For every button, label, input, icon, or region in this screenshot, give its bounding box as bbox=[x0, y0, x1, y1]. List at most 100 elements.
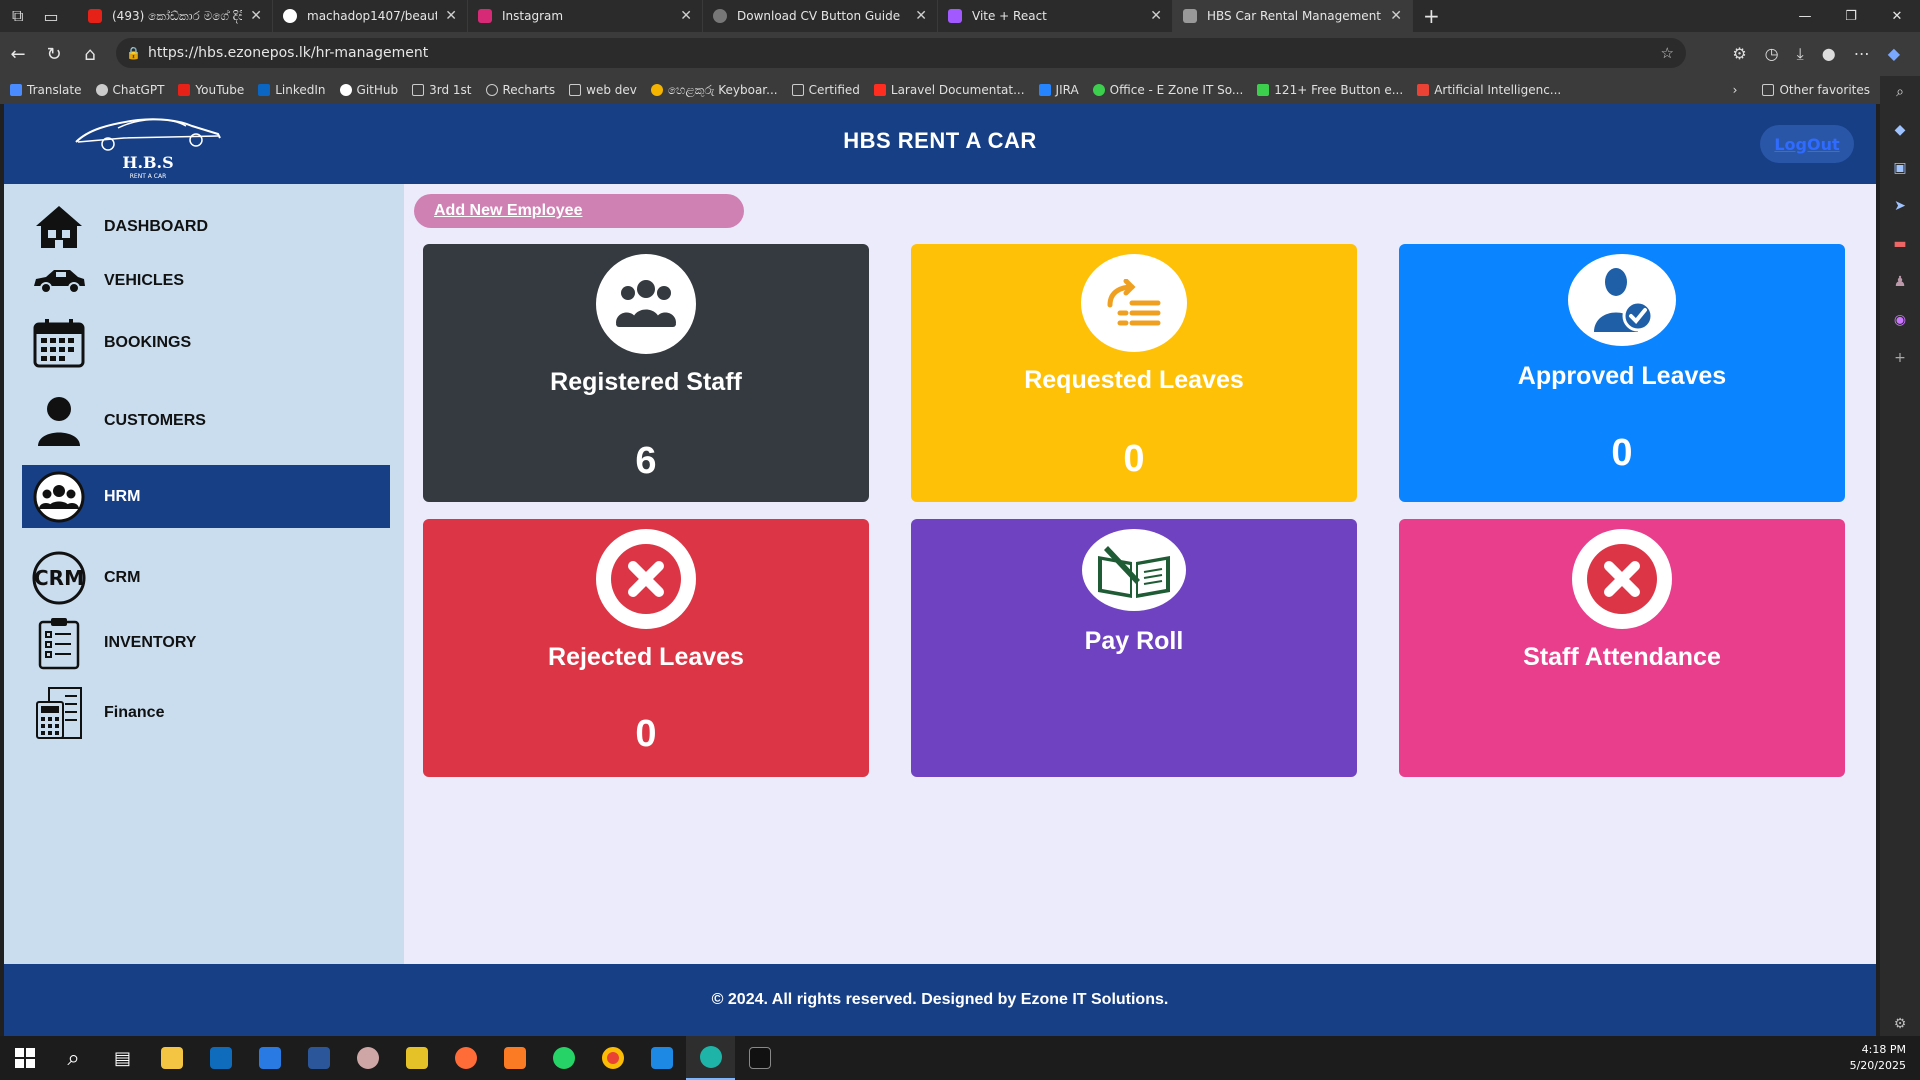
settings-icon[interactable]: ⚙ bbox=[1894, 1016, 1907, 1032]
car-icon bbox=[30, 252, 88, 310]
whatsapp-icon[interactable] bbox=[539, 1036, 588, 1080]
translate-icon bbox=[10, 84, 22, 96]
main-content: Add New Employee Registered Staff 6 Requ… bbox=[404, 184, 1876, 964]
send-icon[interactable]: ➤ bbox=[1894, 198, 1906, 214]
extensions-icon[interactable]: ⚙ bbox=[1732, 44, 1746, 64]
card-approved-leaves[interactable]: Approved Leaves 0 bbox=[1399, 244, 1845, 502]
bookmark[interactable]: Certified bbox=[791, 83, 860, 97]
bookmark[interactable]: JIRA bbox=[1038, 83, 1079, 97]
card-requested-leaves[interactable]: Requested Leaves 0 bbox=[911, 244, 1357, 502]
back-icon[interactable]: ← bbox=[0, 44, 36, 65]
history-icon[interactable]: ◷ bbox=[1765, 44, 1779, 64]
browser-tab-active[interactable]: HBS Car Rental Management Syst ✕ bbox=[1173, 0, 1413, 32]
search-icon[interactable]: ⌕ bbox=[49, 1036, 98, 1080]
bookmark[interactable]: GitHub bbox=[339, 83, 398, 97]
card-staff-attendance[interactable]: Staff Attendance bbox=[1399, 519, 1845, 777]
browser-tab[interactable]: machadop1407/beautiful-react-t ✕ bbox=[273, 0, 468, 32]
workspaces-icon[interactable]: ⧉ bbox=[12, 6, 23, 26]
browser-tools: ⚙ ◷ ⤓ ● ⋯ ◆ bbox=[1732, 44, 1900, 64]
vscode-icon[interactable] bbox=[637, 1036, 686, 1080]
profile-avatar[interactable]: ● bbox=[1822, 44, 1836, 64]
xampp-icon[interactable] bbox=[490, 1036, 539, 1080]
bookmark[interactable]: Translate bbox=[10, 83, 82, 97]
bookmark[interactable]: YouTube bbox=[178, 83, 244, 97]
search-icon[interactable]: ⌕ bbox=[1896, 84, 1904, 100]
card-title: Rejected Leaves bbox=[548, 643, 744, 671]
download-icon[interactable]: ⤓ bbox=[1797, 44, 1804, 64]
terminal-icon[interactable] bbox=[735, 1036, 784, 1080]
start-button[interactable] bbox=[0, 1036, 49, 1080]
tag-icon[interactable]: ◆ bbox=[1895, 122, 1906, 138]
app-icon[interactable] bbox=[343, 1036, 392, 1080]
url-field[interactable]: 🔒 https://hbs.ezonepos.lk/hr-management … bbox=[116, 38, 1686, 68]
close-icon[interactable]: ✕ bbox=[250, 8, 262, 24]
bookmark[interactable]: LinkedIn bbox=[258, 83, 326, 97]
close-icon[interactable]: ✕ bbox=[1150, 8, 1162, 24]
edge-icon[interactable] bbox=[686, 1036, 735, 1080]
youtube-icon bbox=[178, 84, 191, 96]
m365-icon[interactable]: ◉ bbox=[1894, 312, 1906, 328]
sidebar-item-bookings[interactable]: BOOKINGS bbox=[22, 304, 390, 382]
add-new-employee-button[interactable]: Add New Employee bbox=[414, 194, 744, 228]
close-icon[interactable]: ✕ bbox=[915, 8, 927, 24]
app-grid-icon[interactable] bbox=[392, 1036, 441, 1080]
logout-button[interactable]: LogOut bbox=[1760, 125, 1854, 163]
sidebar-item-hrm[interactable]: HRM bbox=[22, 465, 390, 528]
minimize-icon[interactable]: — bbox=[1782, 0, 1828, 32]
card-value: 0 bbox=[1123, 438, 1145, 480]
postman-icon[interactable] bbox=[441, 1036, 490, 1080]
outlook-icon[interactable]: ▣ bbox=[1893, 160, 1906, 176]
browser-tab[interactable]: Download CV Button Guide ✕ bbox=[703, 0, 938, 32]
bookmark[interactable]: හෙළකුරු Keyboar... bbox=[650, 83, 778, 98]
toolbox-icon[interactable]: ▬ bbox=[1893, 236, 1906, 252]
games-icon[interactable]: ♟ bbox=[1894, 274, 1907, 290]
bookmark[interactable]: 3rd 1st bbox=[412, 83, 472, 97]
task-view-icon[interactable]: ▤ bbox=[98, 1036, 147, 1080]
add-icon[interactable]: + bbox=[1894, 350, 1906, 366]
outlook-icon[interactable] bbox=[196, 1036, 245, 1080]
sidebar-item-inventory[interactable]: INVENTORY bbox=[22, 604, 390, 682]
card-registered-staff[interactable]: Registered Staff 6 bbox=[423, 244, 869, 502]
card-title: Pay Roll bbox=[1084, 627, 1184, 655]
restore-icon[interactable]: ❐ bbox=[1828, 0, 1874, 32]
bookmark[interactable]: ChatGPT bbox=[95, 83, 164, 97]
mail-icon[interactable] bbox=[245, 1036, 294, 1080]
close-icon[interactable]: ✕ bbox=[445, 8, 457, 24]
card-rejected-leaves[interactable]: Rejected Leaves 0 bbox=[423, 519, 869, 777]
tab-title: HBS Car Rental Management Syst bbox=[1207, 9, 1382, 23]
bookmark[interactable]: web dev bbox=[569, 83, 637, 97]
bookmark[interactable]: Recharts bbox=[485, 83, 555, 97]
leave-request-icon bbox=[1081, 254, 1187, 352]
file-explorer-icon[interactable] bbox=[147, 1036, 196, 1080]
browser-tab[interactable]: Instagram ✕ bbox=[468, 0, 703, 32]
more-icon[interactable]: ⋯ bbox=[1854, 44, 1870, 64]
browser-tab[interactable]: Vite + React ✕ bbox=[938, 0, 1173, 32]
sidebar-item-finance[interactable]: Finance bbox=[22, 674, 390, 752]
sidebar-item-label: BOOKINGS bbox=[104, 334, 192, 351]
bookmark[interactable]: Office - E Zone IT So... bbox=[1092, 83, 1243, 97]
bookmark-other-favorites[interactable]: › Other favorites bbox=[1733, 83, 1870, 97]
close-icon[interactable]: ✕ bbox=[680, 8, 692, 24]
word-icon[interactable] bbox=[294, 1036, 343, 1080]
chrome-icon[interactable] bbox=[588, 1036, 637, 1080]
sidebar-item-customers[interactable]: CUSTOMERS bbox=[22, 382, 390, 460]
bookmark[interactable]: 121+ Free Button e... bbox=[1257, 83, 1403, 97]
bookmark[interactable]: Laravel Documentat... bbox=[873, 83, 1025, 97]
card-pay-roll[interactable]: Pay Roll bbox=[911, 519, 1357, 777]
home-icon[interactable]: ⌂ bbox=[72, 44, 108, 65]
new-tab-button[interactable]: + bbox=[1413, 0, 1453, 32]
system-clock[interactable]: 4:18 PM 5/20/2025 bbox=[1850, 1042, 1906, 1074]
close-icon[interactable]: ✕ bbox=[1390, 8, 1402, 24]
refresh-icon[interactable]: ↻ bbox=[36, 44, 72, 65]
copilot-icon[interactable]: ◆ bbox=[1888, 44, 1900, 64]
ai-icon bbox=[1417, 84, 1430, 96]
clock-time: 4:18 PM bbox=[1861, 1043, 1906, 1056]
team-icon bbox=[30, 468, 88, 526]
chevron-right-icon[interactable]: › bbox=[1733, 83, 1738, 97]
favorite-star-icon[interactable]: ☆ bbox=[1661, 44, 1674, 62]
bookmark[interactable]: Artificial Intelligenc... bbox=[1417, 83, 1561, 97]
browser-tab[interactable]: (493) කෝඩ්කාර මගේ දිවිපෙත ග ✕ bbox=[78, 0, 273, 32]
tab-list-icon[interactable]: ▭ bbox=[43, 7, 58, 26]
svg-text:CRM: CRM bbox=[34, 566, 84, 590]
close-window-icon[interactable]: ✕ bbox=[1874, 0, 1920, 32]
